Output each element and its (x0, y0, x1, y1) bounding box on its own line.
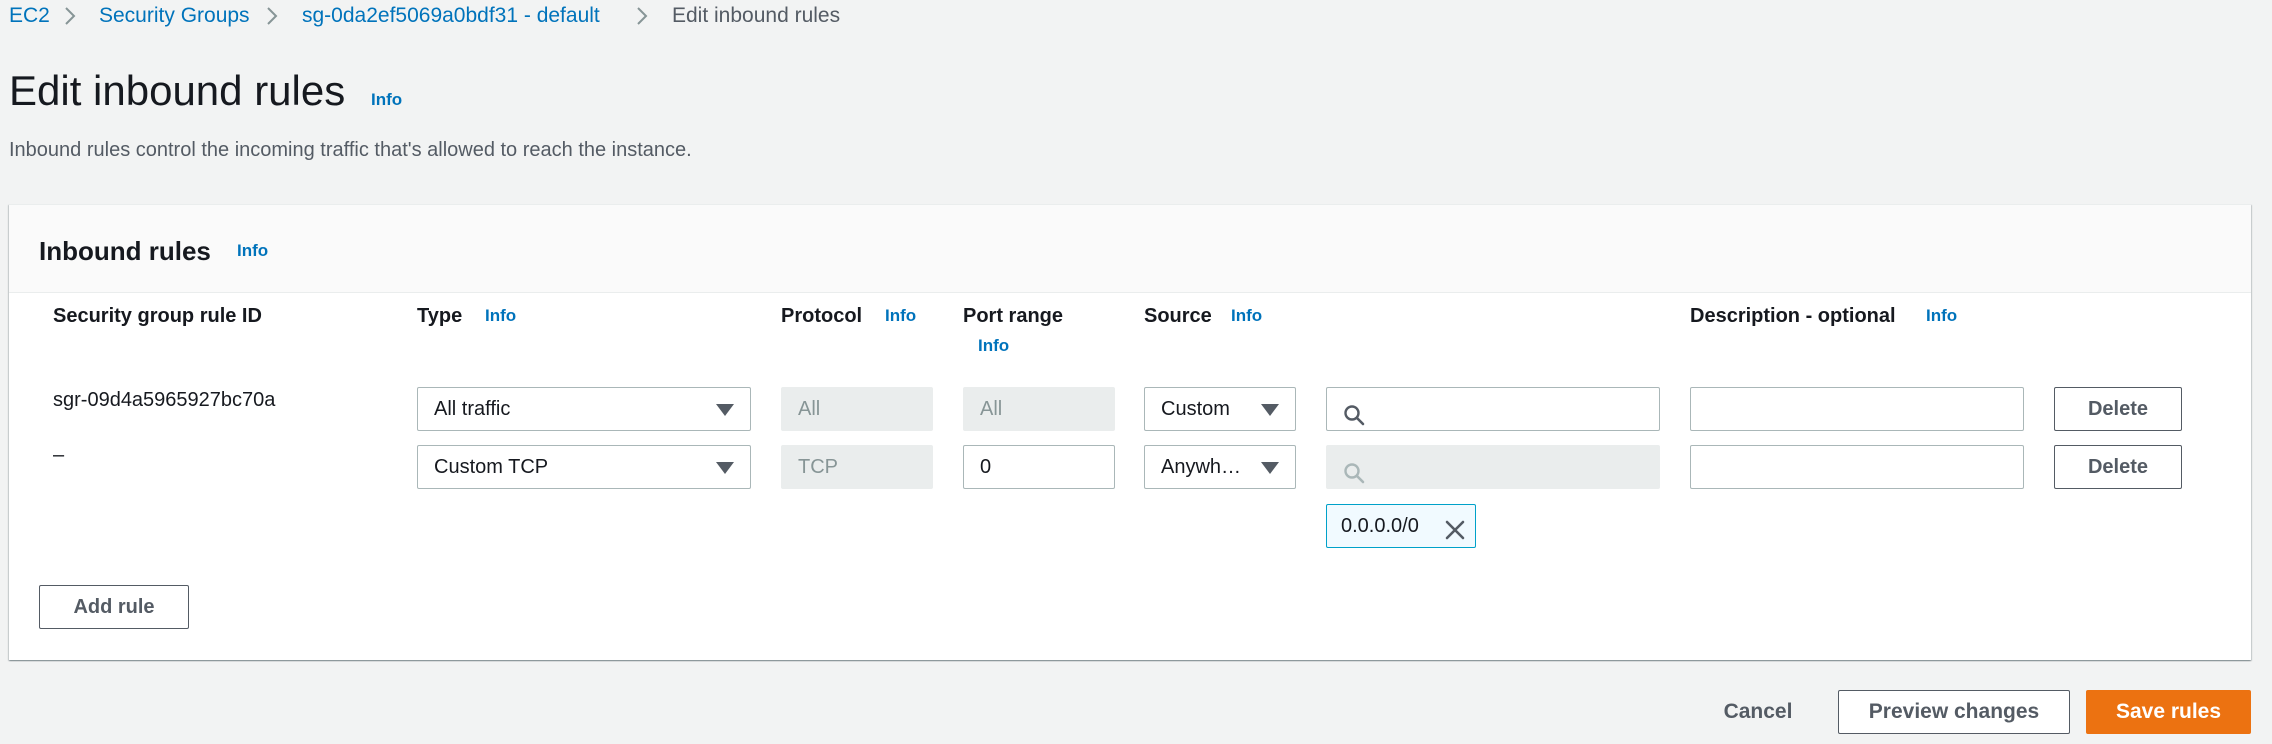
protocol-value: TCP (798, 456, 838, 478)
port-range-input[interactable]: 0 (963, 445, 1115, 489)
col-header-type: Type (417, 305, 463, 327)
description-input[interactable] (1690, 387, 2024, 431)
page-title-info-link[interactable]: Info (371, 90, 402, 110)
description-input[interactable] (1690, 445, 2024, 489)
caret-down-icon (716, 462, 734, 474)
type-select-value: All traffic (434, 398, 511, 420)
breadcrumb-current: Edit inbound rules (672, 4, 841, 27)
col-header-rule-id: Security group rule ID (53, 305, 262, 327)
col-header-port-range: Port range (963, 305, 1064, 327)
breadcrumb-ec2[interactable]: EC2 (9, 3, 50, 29)
caret-down-icon (716, 404, 734, 416)
panel-header (9, 205, 2251, 293)
type-select[interactable]: Custom TCP (417, 445, 751, 489)
source-select[interactable]: Custom (1144, 387, 1296, 431)
panel-info-link[interactable]: Info (237, 241, 268, 261)
caret-down-icon (1261, 404, 1279, 416)
delete-button[interactable]: Delete (2054, 387, 2182, 431)
chevron-right-icon (632, 6, 652, 26)
source-search-input[interactable] (1326, 387, 1660, 431)
page-title: Edit inbound rules (9, 67, 346, 114)
rule-id: – (53, 444, 65, 466)
delete-button[interactable]: Delete (2054, 445, 2182, 489)
port-range-field: All (963, 387, 1115, 431)
search-icon (1343, 399, 1365, 426)
add-rule-button[interactable]: Add rule (39, 585, 189, 629)
source-select-value: Custom (1161, 398, 1230, 420)
breadcrumb-security-group[interactable]: sg-0da2ef5069a0bdf31 - default (302, 3, 600, 29)
preview-changes-button[interactable]: Preview changes (1838, 690, 2070, 734)
type-info-link[interactable]: Info (485, 306, 516, 326)
search-icon (1343, 457, 1365, 484)
type-select[interactable]: All traffic (417, 387, 751, 431)
port-range-value: 0 (980, 456, 992, 478)
rule-id: sgr-09d4a5965927bc70a (53, 389, 276, 411)
save-rules-button[interactable]: Save rules (2086, 690, 2251, 734)
source-select-value: Anywh… (1161, 456, 1242, 478)
port-range-info-link[interactable]: Info (978, 336, 1009, 356)
inbound-rules-panel: Inbound rules Info Security group rule I… (9, 204, 2251, 660)
panel-title: Inbound rules (39, 236, 211, 266)
col-header-description: Description - optional (1690, 305, 1896, 327)
protocol-field: All (781, 387, 933, 431)
protocol-field: TCP (781, 445, 933, 489)
type-select-value: Custom TCP (434, 456, 549, 478)
page-description: Inbound rules control the incoming traff… (9, 139, 692, 161)
chevron-right-icon (262, 6, 282, 26)
protocol-info-link[interactable]: Info (885, 306, 916, 326)
caret-down-icon (1261, 462, 1279, 474)
cancel-button[interactable]: Cancel (1708, 690, 1808, 734)
source-token-label: 0.0.0.0/0 (1341, 515, 1419, 537)
breadcrumb-security-groups[interactable]: Security Groups (99, 3, 250, 29)
source-select[interactable]: Anywh… (1144, 445, 1296, 489)
source-token: 0.0.0.0/0 (1326, 504, 1476, 548)
chevron-right-icon (60, 6, 80, 26)
col-header-protocol: Protocol (781, 305, 863, 327)
description-info-link[interactable]: Info (1926, 306, 1957, 326)
port-range-value: All (980, 398, 1003, 420)
source-search-input-disabled (1326, 445, 1660, 489)
source-info-link[interactable]: Info (1231, 306, 1262, 326)
col-header-source: Source (1144, 305, 1212, 327)
close-icon[interactable] (1443, 515, 1467, 540)
protocol-value: All (798, 398, 821, 420)
